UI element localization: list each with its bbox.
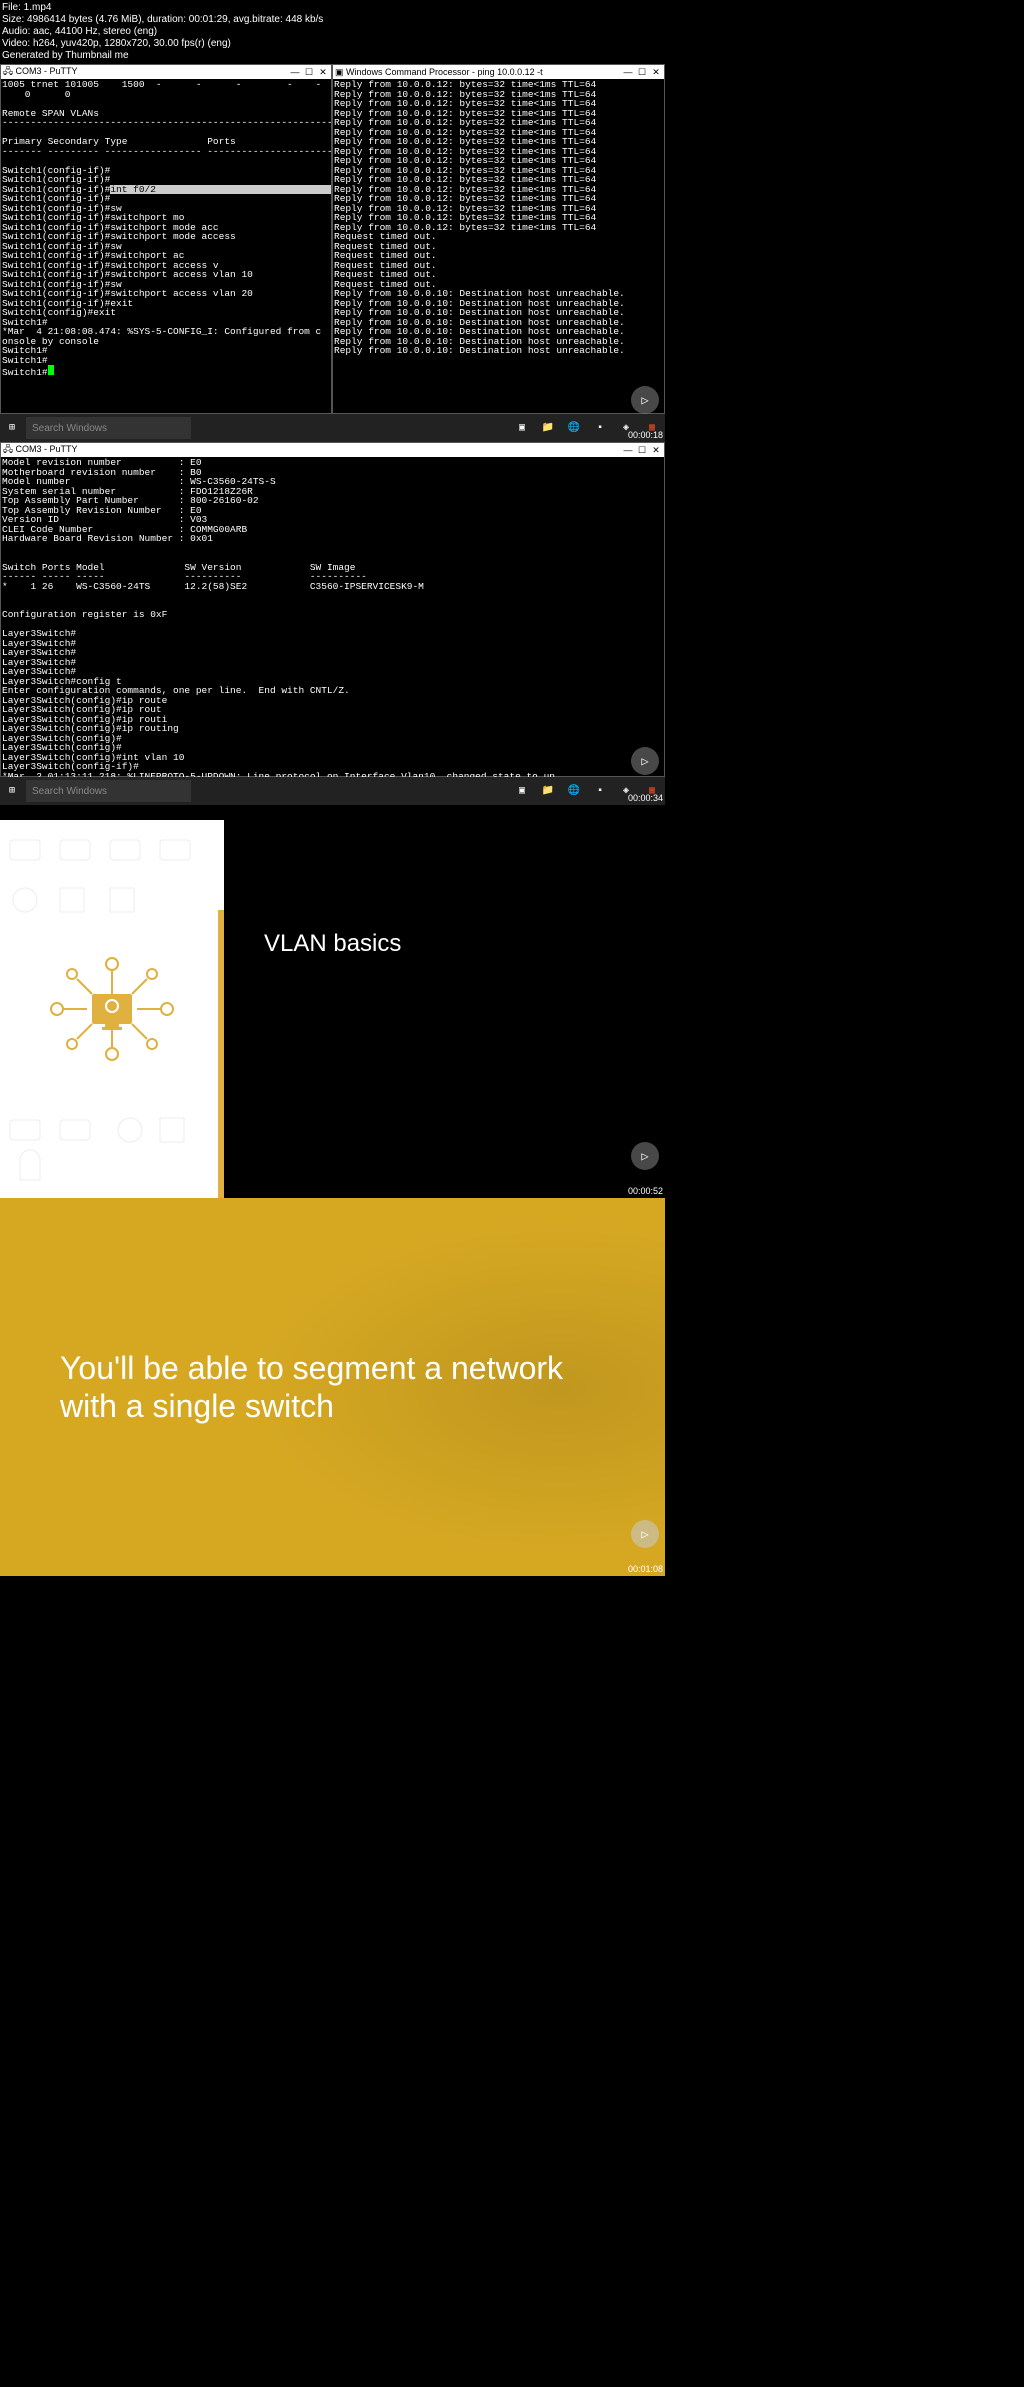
- close-button[interactable]: ✕: [650, 67, 662, 78]
- timestamp-label: 00:01:08: [628, 1564, 663, 1574]
- file-info-line: Size: 4986414 bytes (4.76 MiB), duration…: [2, 14, 1022, 26]
- maximize-button[interactable]: ☐: [303, 67, 315, 78]
- putty-task-icon[interactable]: ▪: [589, 417, 611, 439]
- explorer-icon[interactable]: 📁: [537, 417, 559, 439]
- putty-window-full[interactable]: 🖧 COM3 - PuTTY — ☐ ✕ Model revision numb…: [0, 442, 665, 777]
- putty-icon: 🖧: [3, 444, 16, 454]
- file-info-line: Audio: aac, 44100 Hz, stereo (eng): [2, 26, 1022, 38]
- putty-terminal[interactable]: 1005 trnet 101005 1500 - - - - - ibm - 0…: [1, 79, 331, 379]
- taskview-icon[interactable]: ▣: [511, 417, 533, 439]
- play-button[interactable]: ▷: [631, 1520, 659, 1548]
- play-button[interactable]: ▷: [631, 747, 659, 775]
- putty-title: COM3 - PuTTY: [16, 444, 78, 454]
- putty-titlebar[interactable]: 🖧 COM3 - PuTTY — ☐ ✕: [1, 65, 331, 79]
- putty-terminal-full[interactable]: Model revision number : E0 Motherboard r…: [1, 457, 664, 795]
- cmd-icon: ▣: [335, 67, 346, 77]
- close-button[interactable]: ✕: [317, 67, 329, 78]
- search-input[interactable]: Search Windows: [26, 780, 191, 802]
- slide-left-panel: [0, 820, 224, 1198]
- thumbnail-4: You'll be able to segment a network with…: [0, 1198, 665, 1576]
- putty-titlebar[interactable]: 🖧 COM3 - PuTTY — ☐ ✕: [1, 443, 664, 457]
- file-info-block: File: 1.mp4 Size: 4986414 bytes (4.76 Mi…: [0, 0, 1024, 64]
- minimize-button[interactable]: —: [289, 67, 301, 78]
- terminal-text: Model revision number : E0 Motherboard r…: [2, 457, 555, 794]
- taskbar[interactable]: ⊞ Search Windows ▣ 📁 🌐 ▪ ◈ ▦: [0, 777, 665, 805]
- play-button[interactable]: ▷: [631, 1142, 659, 1170]
- file-info-line: File: 1.mp4: [2, 2, 1022, 14]
- cmd-titlebar[interactable]: ▣ Windows Command Processor - ping 10.0.…: [333, 65, 664, 79]
- network-graphic-icon: [37, 949, 187, 1069]
- putty-icon: 🖧: [3, 66, 16, 76]
- chrome-icon[interactable]: 🌐: [563, 417, 585, 439]
- thumbnail-1: 🖧 COM3 - PuTTY — ☐ ✕ 1005 trnet 101005 1…: [0, 64, 665, 442]
- timestamp-label: 00:00:18: [628, 430, 663, 440]
- terminal-text: Switch1(config-if)# Switch1(config-if)#s…: [2, 193, 321, 378]
- accent-border: [218, 910, 224, 1198]
- taskview-icon[interactable]: ▣: [511, 780, 533, 802]
- thumbnail-2: 🖧 COM3 - PuTTY — ☐ ✕ Model revision numb…: [0, 442, 665, 820]
- putty-task-icon[interactable]: ▪: [589, 780, 611, 802]
- play-button[interactable]: ▷: [631, 386, 659, 414]
- search-placeholder: Search Windows: [32, 423, 107, 434]
- minimize-button[interactable]: —: [622, 445, 634, 456]
- maximize-button[interactable]: ☐: [636, 67, 648, 78]
- restore-button[interactable]: ☐: [636, 445, 648, 456]
- minimize-button[interactable]: —: [622, 67, 634, 78]
- file-info-line: Video: h264, yuv420p, 1280x720, 30.00 fp…: [2, 38, 1022, 50]
- file-info-line: Generated by Thumbnail me: [2, 50, 1022, 62]
- putty-window[interactable]: 🖧 COM3 - PuTTY — ☐ ✕ 1005 trnet 101005 1…: [0, 64, 332, 414]
- terminal-highlight: int f0/2: [110, 185, 331, 195]
- start-button[interactable]: ⊞: [2, 418, 22, 438]
- cmd-title: Windows Command Processor - ping 10.0.0.…: [346, 67, 543, 77]
- timestamp-label: 00:00:52: [628, 1186, 663, 1196]
- search-placeholder: Search Windows: [32, 786, 107, 797]
- search-input[interactable]: Search Windows: [26, 417, 191, 439]
- taskbar[interactable]: ⊞ Search Windows ▣ 📁 🌐 ▪ ◈ ▦: [0, 414, 665, 442]
- slide-heading: You'll be able to segment a network with…: [60, 1349, 620, 1426]
- cmd-window[interactable]: ▣ Windows Command Processor - ping 10.0.…: [332, 64, 665, 414]
- explorer-icon[interactable]: 📁: [537, 780, 559, 802]
- chrome-icon[interactable]: 🌐: [563, 780, 585, 802]
- timestamp-label: 00:00:34: [628, 793, 663, 803]
- putty-title: COM3 - PuTTY: [16, 66, 78, 76]
- cmd-terminal[interactable]: Reply from 10.0.0.12: bytes=32 time<1ms …: [333, 79, 664, 357]
- terminal-text: 1005 trnet 101005 1500 - - - - - ibm - 0…: [2, 79, 331, 195]
- thumbnail-3: VLAN basics ▷ 00:00:52: [0, 820, 665, 1198]
- close-button[interactable]: ✕: [650, 445, 662, 456]
- slide-title: VLAN basics: [264, 930, 401, 958]
- start-button[interactable]: ⊞: [2, 781, 22, 801]
- slide-right-panel: VLAN basics: [224, 820, 665, 1198]
- cursor-icon: [48, 365, 54, 375]
